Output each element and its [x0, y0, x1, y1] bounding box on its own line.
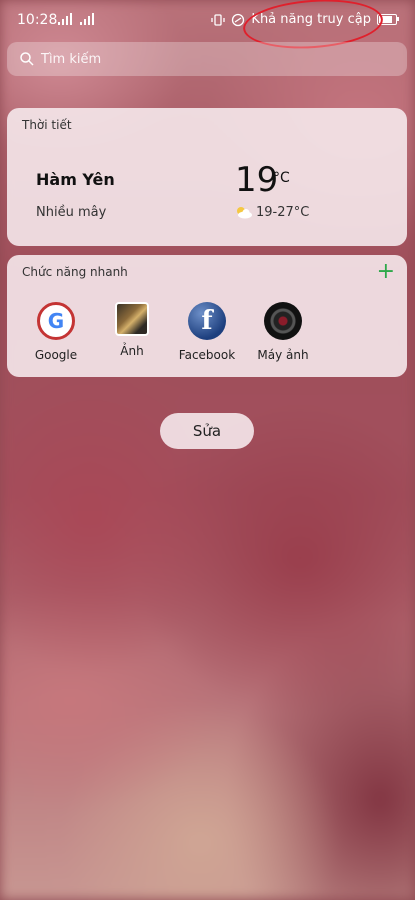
- google-icon: G: [37, 302, 75, 340]
- app-label: Máy ảnh: [257, 348, 309, 362]
- search-icon: [20, 52, 34, 66]
- facebook-icon: f: [188, 302, 226, 340]
- weather-card[interactable]: Thời tiết Hàm Yên Nhiều mây 19 °C 19-27°…: [7, 108, 407, 246]
- weather-title: Thời tiết: [22, 118, 72, 132]
- partly-cloudy-icon: [237, 207, 252, 219]
- app-camera[interactable]: Máy ảnh: [243, 302, 323, 362]
- signal-icon-2: [80, 13, 94, 25]
- weather-range: 19-27°C: [256, 205, 310, 220]
- status-time: 10:28: [17, 12, 58, 28]
- app-label: Google: [34, 348, 78, 362]
- weather-unit: °C: [273, 170, 290, 186]
- app-photos[interactable]: Ảnh: [92, 302, 172, 358]
- add-icon[interactable]: +: [377, 261, 395, 283]
- signal-icon: [58, 13, 72, 25]
- app-facebook[interactable]: f Facebook: [167, 302, 247, 362]
- photos-icon: [115, 302, 149, 336]
- quick-actions-card: Chức năng nhanh + G Google Ảnh f Faceboo…: [7, 255, 407, 377]
- weather-temperature: 19: [235, 160, 279, 200]
- status-bar: 10:28 Khả năng truy cập: [0, 0, 415, 53]
- weather-condition: Nhiều mây: [36, 205, 107, 220]
- app-label: Facebook: [178, 348, 236, 362]
- search-input[interactable]: Tìm kiếm: [41, 52, 101, 67]
- app-label: Ảnh: [120, 344, 144, 358]
- app-google[interactable]: G Google: [16, 302, 96, 362]
- search-bar[interactable]: Tìm kiếm: [7, 42, 407, 76]
- edit-button[interactable]: Sửa: [160, 413, 254, 449]
- quick-actions-title: Chức năng nhanh: [22, 265, 128, 279]
- vibrate-icon: [211, 13, 226, 27]
- weather-city: Hàm Yên: [36, 170, 115, 189]
- camera-icon: [264, 302, 302, 340]
